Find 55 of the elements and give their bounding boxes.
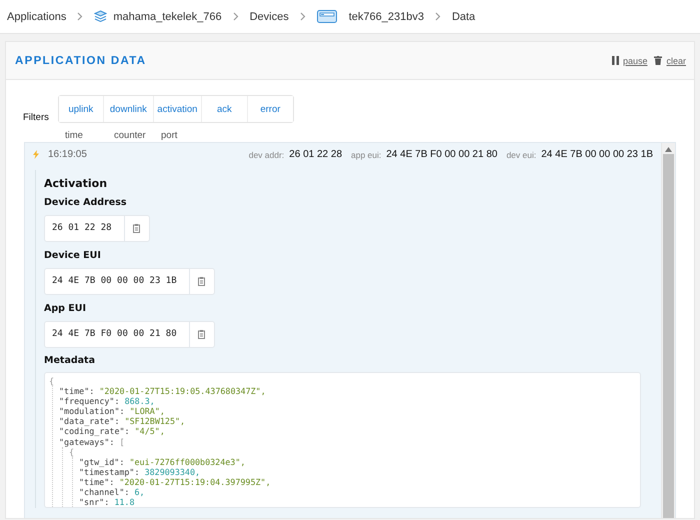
breadcrumb-link[interactable]: Applications: [7, 10, 66, 22]
column-header: port: [161, 130, 178, 143]
section-title: Activation: [44, 177, 108, 190]
chevron-icon: [434, 12, 441, 21]
code-line: {: [69, 446, 74, 457]
code-line: "snr": 11.8: [79, 497, 134, 508]
breadcrumb-link[interactable]: mahama_tekelek_766: [113, 10, 222, 22]
code-line: "coding_rate": "4/5",: [59, 426, 165, 437]
code-line: "channel": 6,: [79, 487, 145, 498]
code-line: "time": "2020-01-27T15:19:04.397995Z",: [79, 476, 271, 488]
field-label: Device Address: [44, 197, 128, 208]
code-line: {: [49, 376, 54, 386]
chevron-icon: [300, 12, 306, 21]
card-title: APPLICATION DATA: [15, 54, 146, 66]
clipboard-icon: [133, 224, 140, 233]
chevron-icon: [77, 12, 84, 21]
field-value: 24 4E 7B F0 00 00 21 80: [386, 149, 498, 160]
value-field[interactable]: 24 4E 7B 00 00 00 23 1B: [44, 268, 215, 295]
code-line: "data_rate": "SF12BW125",: [59, 416, 186, 426]
layers-icon: [94, 10, 108, 23]
clipboard-icon: [198, 330, 206, 339]
breadcrumb-current: Data: [452, 10, 476, 22]
code-line: "modulation": "LORA",: [59, 406, 165, 416]
breadcrumb-link[interactable]: tek766_231bv3: [348, 10, 424, 22]
trash-icon: [654, 56, 662, 65]
field-label: Device EUI: [44, 250, 102, 261]
chevron-icon: [232, 12, 239, 21]
code-line: "timestamp": 3829093340,: [79, 466, 200, 477]
column-header: counter: [114, 130, 147, 143]
event-time: 16:19:05: [48, 149, 87, 160]
scrollbar[interactable]: [661, 143, 675, 518]
code-line: "gtw_id": "eui-7276ff000b0324e3",: [79, 456, 246, 467]
field-label: Metadata: [44, 355, 96, 366]
field-label: dev eui:: [506, 150, 536, 160]
field-value: 26 01 22 28: [289, 149, 342, 160]
filter-button[interactable]: uplink: [58, 96, 104, 122]
code-line: "time": "2020-01-27T15:19:05.437680347Z",: [59, 386, 266, 396]
field-value: 24 4E 7B 00 00 00 23 1B: [541, 149, 653, 160]
field-label: dev addr:: [248, 150, 284, 160]
column-header: time: [65, 130, 84, 143]
field-label: app eui:: [351, 150, 382, 160]
arrow-up-icon[interactable]: [665, 147, 672, 152]
breadcrumb-link[interactable]: Devices: [250, 10, 289, 22]
clipboard-icon: [198, 277, 206, 286]
action-link[interactable]: clear: [666, 56, 686, 66]
filters-label: Filters: [23, 112, 49, 123]
device-icon: [316, 10, 337, 23]
code-line: "gateways": [: [59, 436, 125, 447]
value-field[interactable]: 24 4E 7B F0 00 00 21 80: [44, 321, 215, 348]
lightning-icon: [33, 150, 39, 159]
action-link[interactable]: pause: [622, 56, 648, 66]
field-label: App EUI: [44, 303, 87, 314]
code-line: "frequency": 868.3,: [59, 396, 155, 406]
pause-icon: [612, 56, 619, 65]
value-field[interactable]: 26 01 22 28: [44, 215, 150, 242]
